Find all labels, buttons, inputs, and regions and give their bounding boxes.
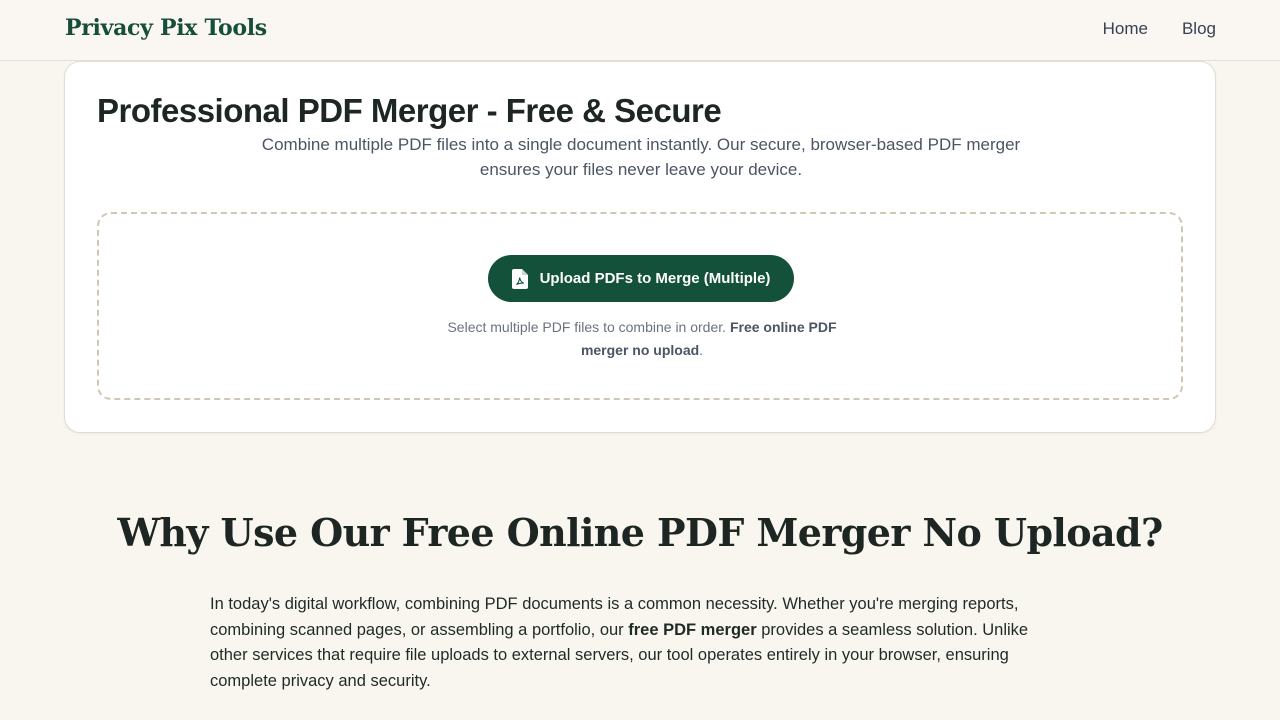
upload-hint-text: Select multiple PDF files to combine in … [447, 319, 730, 335]
upload-pdfs-button[interactable]: Upload PDFs to Merge (Multiple) [488, 255, 794, 302]
upload-hint-end: . [699, 342, 704, 358]
page-title: Professional PDF Merger - Free & Secure [97, 92, 722, 129]
pdf-dropzone[interactable]: Upload PDFs to Merge (Multiple) Select m… [97, 212, 1183, 400]
upload-button-label: Upload PDFs to Merge (Multiple) [539, 270, 771, 287]
nav-home-link[interactable]: Home [1103, 19, 1148, 39]
pdf-merger-tool-card: Professional PDF Merger - Free & Secure … [64, 61, 1216, 433]
why-section-title: Why Use Our Free Online PDF Merger No Up… [117, 510, 1163, 555]
pdf-file-icon [511, 268, 528, 289]
why-section-body: In today's digital workflow, combining P… [210, 592, 1070, 695]
why-body-bold: free PDF merger [628, 620, 757, 639]
top-navbar: Privacy Pix Tools Home Blog [0, 0, 1280, 61]
tool-intro-text: Combine multiple PDF files into a single… [261, 135, 1021, 179]
nav-blog-link[interactable]: Blog [1182, 19, 1216, 39]
brand-logo-link[interactable]: Privacy Pix Tools [65, 15, 267, 41]
main-nav: Home Blog [1103, 19, 1216, 39]
upload-hint: Select multiple PDF files to combine in … [439, 316, 845, 362]
